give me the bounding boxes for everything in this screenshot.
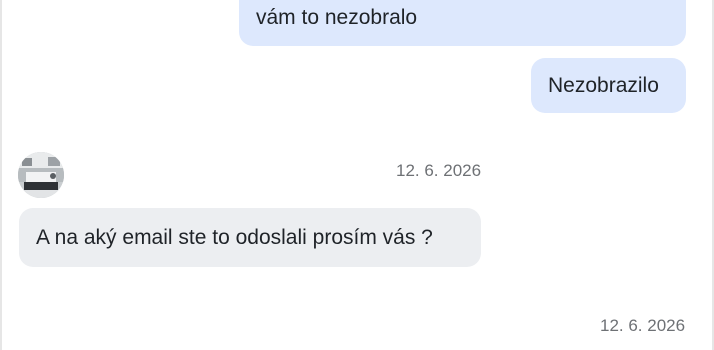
- contact-avatar[interactable]: [18, 152, 64, 198]
- message-text-cropped-line: ... ... ... ...: [256, 0, 359, 2]
- message-timestamp: 12. 6. 2026: [396, 161, 482, 180]
- footer-timestamp: 12. 6. 2026: [600, 316, 686, 335]
- outgoing-message-bubble[interactable]: ... ... ... ... vám to nezobralo: [239, 0, 686, 46]
- message-text: Nezobrazilo: [548, 74, 659, 97]
- screen-edge-left: [0, 0, 2, 350]
- message-text: A na aký email ste to odoslali prosím vá…: [36, 226, 433, 249]
- message-text: vám to nezobralo: [256, 6, 418, 29]
- incoming-message-bubble[interactable]: A na aký email ste to odoslali prosím vá…: [19, 208, 481, 267]
- avatar-photo-icon: [18, 152, 64, 198]
- outgoing-message-bubble[interactable]: Nezobrazilo: [531, 58, 686, 113]
